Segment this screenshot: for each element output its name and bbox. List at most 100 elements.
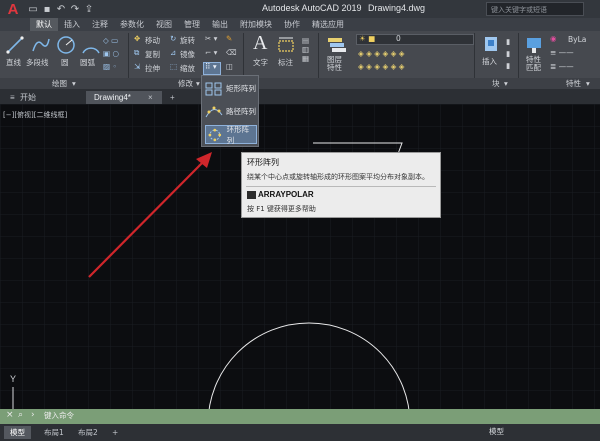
- text-icon[interactable]: A: [253, 32, 267, 55]
- copy-icon[interactable]: ⧉: [134, 48, 139, 58]
- ribbon-footer: [0, 78, 600, 89]
- dimension-icon[interactable]: [276, 36, 296, 54]
- layer-tools-icon-2[interactable]: ◈ ◈ ◈ ◈ ◈ ◈: [358, 62, 405, 71]
- rectangular-array-label: 矩形阵列: [226, 84, 256, 93]
- new-tab-icon[interactable]: +: [166, 91, 179, 104]
- mirror-label[interactable]: 镜像: [180, 49, 195, 60]
- move-icon[interactable]: ✥: [134, 34, 140, 43]
- match-properties-icon[interactable]: [525, 34, 543, 54]
- color-wheel-icon[interactable]: ◉: [550, 34, 557, 43]
- search-input[interactable]: 键入关键字或短语: [486, 2, 584, 16]
- close-icon[interactable]: ×: [6, 410, 14, 420]
- file-name: Drawing4.dwg: [368, 3, 426, 13]
- modify-panel-chevron-icon[interactable]: ▾: [196, 78, 200, 89]
- tab-annotate[interactable]: 注释: [86, 18, 114, 31]
- stretch-label[interactable]: 拉伸: [145, 63, 160, 74]
- rectangular-array-item[interactable]: 矩形阵列: [205, 79, 257, 98]
- app-title: Autodesk AutoCAD 2019: [262, 3, 362, 13]
- arc-icon[interactable]: [81, 37, 101, 55]
- draw-small-tools-icon-2[interactable]: ▣ ○: [103, 49, 119, 58]
- annotation-tools-icon[interactable]: ▤ ▥ ▦: [302, 36, 309, 63]
- tab-parametric[interactable]: 参数化: [114, 18, 150, 31]
- draw-small-tools-icon-3[interactable]: ▨ ◦: [103, 62, 117, 71]
- path-array-icon: [205, 106, 223, 117]
- open-icon[interactable]: ▭: [26, 4, 40, 15]
- rotate-icon[interactable]: ↻: [170, 34, 176, 43]
- insert-block-icon[interactable]: [482, 34, 500, 54]
- tooltip-description: 绕某个中心点或旋转轴形成的环形图案平均分布对象副本。: [247, 173, 429, 181]
- tab-layout1[interactable]: 布局1: [38, 426, 70, 439]
- pencil-icon[interactable]: ✎: [226, 34, 232, 43]
- chevron-icon[interactable]: ›: [31, 410, 35, 420]
- add-layout-icon[interactable]: +: [106, 426, 124, 439]
- share-icon[interactable]: ⇪: [82, 4, 96, 15]
- fillet-icon[interactable]: ⌐ ▾: [205, 48, 217, 57]
- draw-panel-title[interactable]: 绘图: [52, 78, 67, 89]
- offset-icon[interactable]: ◫: [226, 62, 233, 71]
- save-icon[interactable]: ▪: [40, 4, 54, 15]
- block-tools-icon[interactable]: ▮ ▮ ▮: [506, 36, 510, 72]
- layer-properties-icon[interactable]: [326, 35, 348, 55]
- ucs-y-axis-label: Y: [10, 374, 17, 384]
- block-panel-chevron-icon[interactable]: ▾: [504, 78, 508, 89]
- polar-array-label: 环形阵列: [226, 124, 250, 145]
- viewport-controls-label[interactable]: [−][俯视][二维线框]: [3, 110, 67, 120]
- autocad-logo-icon[interactable]: A: [0, 0, 26, 18]
- start-tab[interactable]: 开始: [12, 91, 44, 104]
- scale-icon[interactable]: ⬚: [170, 62, 177, 71]
- insert-block-label: 插入: [482, 57, 497, 66]
- status-model-label[interactable]: 模型: [489, 426, 504, 437]
- stretch-icon[interactable]: ⇲: [134, 62, 140, 71]
- array-dropdown-menu: 矩形阵列 路径阵列 环形阵列: [201, 75, 259, 147]
- polyline-label: 多段线: [26, 58, 49, 67]
- ribbon-tabs: 默认 插入 注释 参数化 视图 管理 输出 附加模块 协作 精选应用: [0, 18, 600, 31]
- mirror-icon[interactable]: ⊿: [170, 48, 176, 57]
- polar-array-icon: [208, 128, 222, 141]
- line-icon[interactable]: [6, 36, 24, 54]
- draw-small-tools-icon[interactable]: ◇ ▭: [103, 36, 118, 45]
- redo-icon[interactable]: ↷: [68, 4, 82, 15]
- polyline-icon[interactable]: [31, 36, 51, 54]
- scale-label[interactable]: 缩放: [180, 63, 195, 74]
- block-panel-title[interactable]: 块: [492, 78, 500, 89]
- trim-icon[interactable]: ✂ ▾: [205, 34, 217, 43]
- tab-collaborate[interactable]: 协作: [278, 18, 306, 31]
- move-label[interactable]: 移动: [145, 35, 160, 46]
- tab-output[interactable]: 输出: [206, 18, 234, 31]
- properties-panel-title[interactable]: 特性: [566, 78, 581, 89]
- command-line[interactable]: [0, 409, 600, 424]
- tooltip-command: ARRAYPOLAR: [258, 190, 314, 199]
- title-bar: A ▭ ▪ ↶ ↷ ⇪ Autodesk AutoCAD 2019 Drawin…: [0, 0, 600, 18]
- lineweight-icon[interactable]: ≣ ——: [550, 62, 574, 71]
- tab-view[interactable]: 视图: [150, 18, 178, 31]
- tab-default[interactable]: 默认: [30, 18, 58, 31]
- tab-insert[interactable]: 插入: [58, 18, 86, 31]
- search-icon[interactable]: ⌕: [18, 410, 23, 420]
- close-tab-icon[interactable]: ×: [148, 91, 153, 104]
- match-properties-label: 特性 匹配: [526, 55, 541, 72]
- path-array-item[interactable]: 路径阵列: [205, 102, 257, 121]
- linetype-icon[interactable]: ≡ ——: [550, 48, 574, 57]
- polar-array-tooltip: 环形阵列 绕某个中心点或旋转轴形成的环形图案平均分布对象副本。 ARRAYPOL…: [241, 152, 441, 218]
- undo-icon[interactable]: ↶: [54, 4, 68, 15]
- command-input[interactable]: 键入命令: [44, 410, 74, 421]
- draw-panel-chevron-icon[interactable]: ▾: [72, 78, 76, 89]
- tab-layout2[interactable]: 布局2: [72, 426, 104, 439]
- line-label: 直线: [6, 58, 21, 67]
- erase-icon[interactable]: ⌫: [226, 48, 237, 57]
- tab-model[interactable]: 模型: [4, 426, 31, 439]
- properties-panel-chevron-icon[interactable]: ▾: [586, 78, 590, 89]
- bylayer-value[interactable]: ByLa: [568, 35, 586, 44]
- command-icon: [247, 191, 256, 199]
- tab-addins[interactable]: 附加模块: [234, 18, 278, 31]
- modify-panel-title[interactable]: 修改: [178, 78, 193, 89]
- rotate-label[interactable]: 旋转: [180, 35, 195, 46]
- rectangular-array-icon: [205, 82, 222, 95]
- layer-tools-icon[interactable]: ◈ ◈ ◈ ◈ ◈ ◈: [358, 49, 405, 58]
- polar-array-item[interactable]: 环形阵列: [205, 124, 257, 145]
- circle-icon[interactable]: [56, 35, 76, 55]
- tab-featured-apps[interactable]: 精选应用: [306, 18, 350, 31]
- layer-value: 0: [396, 34, 401, 43]
- tab-manage[interactable]: 管理: [178, 18, 206, 31]
- copy-label[interactable]: 复制: [145, 49, 160, 60]
